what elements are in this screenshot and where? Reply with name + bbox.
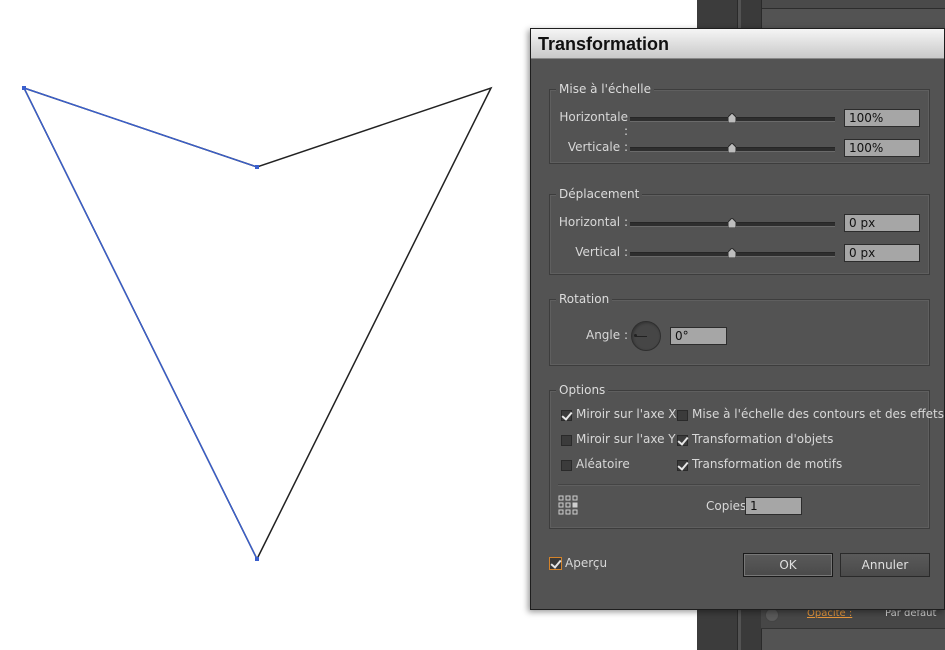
move-group-title: Déplacement (556, 186, 643, 202)
transform-patterns-checkbox[interactable] (677, 460, 688, 471)
reference-point-grid-icon[interactable] (558, 495, 578, 515)
move-vertical-slider[interactable] (630, 248, 835, 258)
anchor-point-top-left[interactable] (22, 86, 26, 90)
scale-vertical-label: Verticale : (567, 140, 628, 154)
move-horizontal-slider-thumb[interactable] (728, 218, 736, 228)
scale-group: Mise à l'échelle Horizontale : 100% Vert… (549, 81, 930, 164)
ok-button[interactable]: OK (743, 553, 833, 577)
mirror-y-label[interactable]: Miroir sur l'axe Y (576, 432, 676, 446)
preview-label[interactable]: Aperçu (565, 556, 607, 570)
scale-strokes-checkbox[interactable] (677, 410, 688, 421)
transform-objects-label[interactable]: Transformation d'objets (692, 432, 833, 446)
rotation-group: Rotation Angle : 0° (549, 291, 930, 366)
preview-checkbox[interactable] (549, 557, 562, 570)
move-vertical-slider-thumb[interactable] (728, 248, 736, 258)
move-horizontal-slider[interactable] (630, 218, 835, 228)
transform-patterns-label[interactable]: Transformation de motifs (692, 457, 842, 471)
copies-input[interactable]: 1 (745, 497, 802, 515)
scale-vertical-slider-thumb[interactable] (728, 143, 736, 153)
options-separator (558, 484, 920, 486)
scale-vertical-slider[interactable] (630, 143, 835, 153)
move-horizontal-label: Horizontal : (558, 215, 628, 229)
angle-input[interactable]: 0° (670, 327, 727, 345)
scale-horizontal-slider-thumb[interactable] (728, 113, 736, 123)
transform-dialog: Transformation Mise à l'échelle Horizont… (530, 28, 945, 610)
scale-horizontal-slider[interactable] (630, 113, 835, 123)
scale-vertical-input[interactable]: 100% (844, 139, 920, 157)
anchor-point-middle[interactable] (255, 165, 259, 169)
artboard-canvas[interactable] (0, 0, 530, 650)
mirror-x-checkbox[interactable] (561, 410, 572, 421)
dialog-title: Transformation (538, 34, 670, 54)
options-group-title: Options (556, 382, 609, 398)
scale-strokes-label[interactable]: Mise à l'échelle des contours et des eff… (692, 407, 944, 421)
random-checkbox[interactable] (561, 460, 572, 471)
move-vertical-label: Vertical : (575, 245, 628, 259)
random-label[interactable]: Aléatoire (576, 457, 630, 471)
dialog-titlebar[interactable]: Transformation (531, 29, 944, 59)
rotation-group-title: Rotation (556, 291, 613, 307)
angle-dial-pivot (634, 334, 637, 337)
panel-top-strip (761, 0, 945, 9)
move-group: Déplacement Horizontal : 0 px Vertical :… (549, 186, 930, 275)
cancel-button[interactable]: Annuler (840, 553, 930, 577)
options-group: Options Miroir sur l'axe X Mise à l'éche… (549, 382, 944, 529)
scale-horizontal-input[interactable]: 100% (844, 109, 920, 127)
angle-dial-icon[interactable] (631, 321, 661, 351)
chevron-shape[interactable] (22, 86, 493, 561)
visibility-icon[interactable] (765, 608, 779, 622)
scale-group-title: Mise à l'échelle (556, 81, 654, 97)
copies-label: Copies (706, 499, 747, 513)
transform-objects-checkbox[interactable] (677, 435, 688, 446)
mirror-x-label[interactable]: Miroir sur l'axe X (576, 407, 677, 421)
anchor-point-bottom[interactable] (255, 557, 259, 561)
scale-horizontal-label: Horizontale : (559, 110, 628, 138)
mirror-y-checkbox[interactable] (561, 435, 572, 446)
move-vertical-input[interactable]: 0 px (844, 244, 920, 262)
angle-label: Angle : (585, 328, 628, 342)
move-horizontal-input[interactable]: 0 px (844, 214, 920, 232)
